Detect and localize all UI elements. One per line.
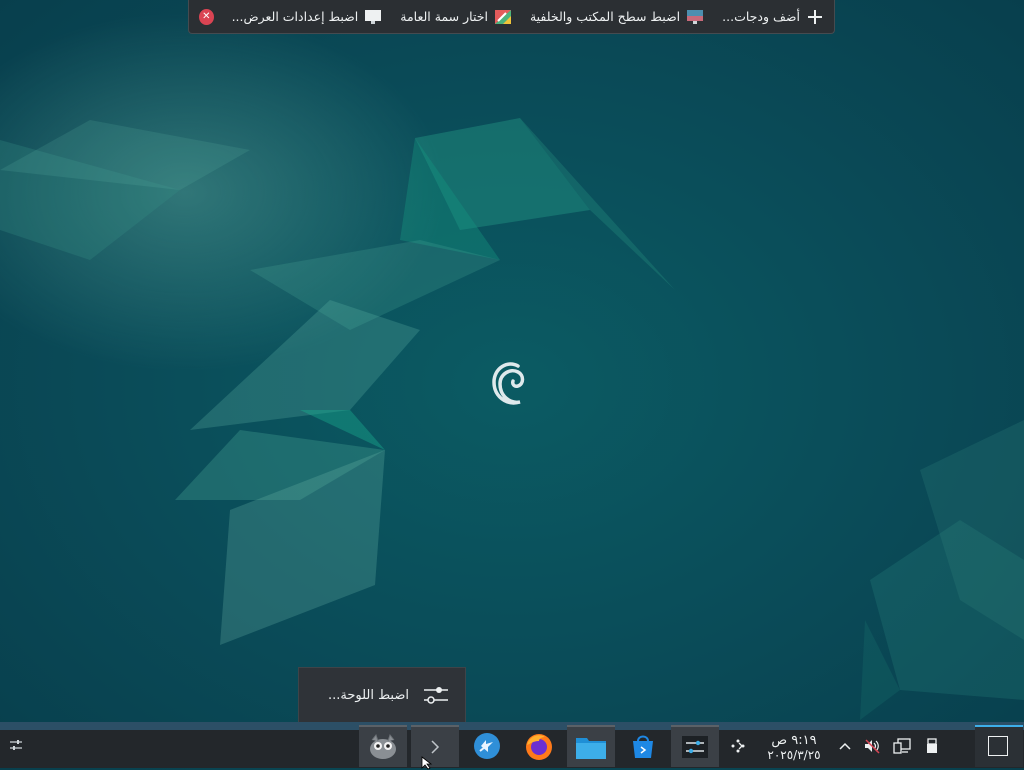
configure-panel-label: اضبط اللوحة...	[327, 687, 409, 703]
task-system-settings[interactable]	[671, 725, 719, 767]
software-store-icon	[633, 735, 653, 758]
clock-time: ٩:١٩ ص	[771, 733, 817, 748]
theme-palette-icon	[494, 9, 511, 24]
display-settings-label: اضبط إعدادات العرض...	[231, 9, 359, 24]
network-icon[interactable]	[893, 737, 911, 755]
system-settings-icon	[682, 736, 708, 758]
desktop-wallpaper-label: اضبط سطح المكتب والخلفية	[529, 9, 681, 24]
global-theme-button[interactable]: اختار سمة العامة	[400, 9, 512, 25]
add-widgets-label: أضف ودجات...	[722, 9, 800, 24]
task-software-store[interactable]	[619, 725, 667, 767]
show-desktop-icon	[988, 736, 1008, 756]
task-file-manager[interactable]	[567, 725, 615, 767]
configure-panel-popup[interactable]: اضبط اللوحة...	[298, 667, 466, 723]
task-expand[interactable]	[411, 725, 459, 767]
usb-device-icon[interactable]	[923, 737, 941, 755]
debian-swirl-logo	[492, 362, 525, 405]
display-settings-button[interactable]: اضبط إعدادات العرض...	[232, 9, 383, 25]
clock-date: ٢٠٢٥/٣/٢٥	[767, 748, 821, 762]
discover-icon	[474, 733, 500, 759]
file-manager-icon	[576, 738, 606, 759]
add-widgets-button[interactable]: أضف ودجات...	[722, 9, 824, 25]
edit-mode-toolbar: أضف ودجات... اضبط سطح المكتب والخلفية اخ…	[188, 0, 835, 34]
gimp-icon	[370, 733, 396, 759]
digital-clock[interactable]: ٩:١٩ ص ٢٠٢٥/٣/٢٥	[758, 733, 830, 762]
close-icon: ✕	[202, 11, 211, 22]
firefox-icon	[526, 734, 552, 760]
kdeconnect-icon[interactable]	[729, 737, 747, 755]
global-theme-label: اختار سمة العامة	[400, 9, 488, 24]
task-discover[interactable]	[463, 725, 511, 767]
task-firefox[interactable]	[515, 725, 563, 767]
panel-resize-bar[interactable]	[0, 722, 1024, 730]
plus-icon	[808, 9, 822, 24]
monitor-icon	[365, 9, 382, 24]
close-edit-mode-button[interactable]: ✕	[199, 8, 214, 25]
volume-muted-icon[interactable]	[863, 737, 881, 755]
panel-settings-icon[interactable]	[8, 737, 24, 753]
desktop-wallpaper-button[interactable]: اضبط سطح المكتب والخلفية	[530, 9, 704, 25]
expand-arrow-icon	[431, 740, 440, 754]
monitor-wallpaper-icon	[687, 9, 704, 24]
task-gimp[interactable]	[359, 725, 407, 767]
expand-tray-icon[interactable]	[836, 737, 854, 755]
show-desktop-button[interactable]	[975, 725, 1023, 767]
sliders-icon	[424, 687, 448, 704]
